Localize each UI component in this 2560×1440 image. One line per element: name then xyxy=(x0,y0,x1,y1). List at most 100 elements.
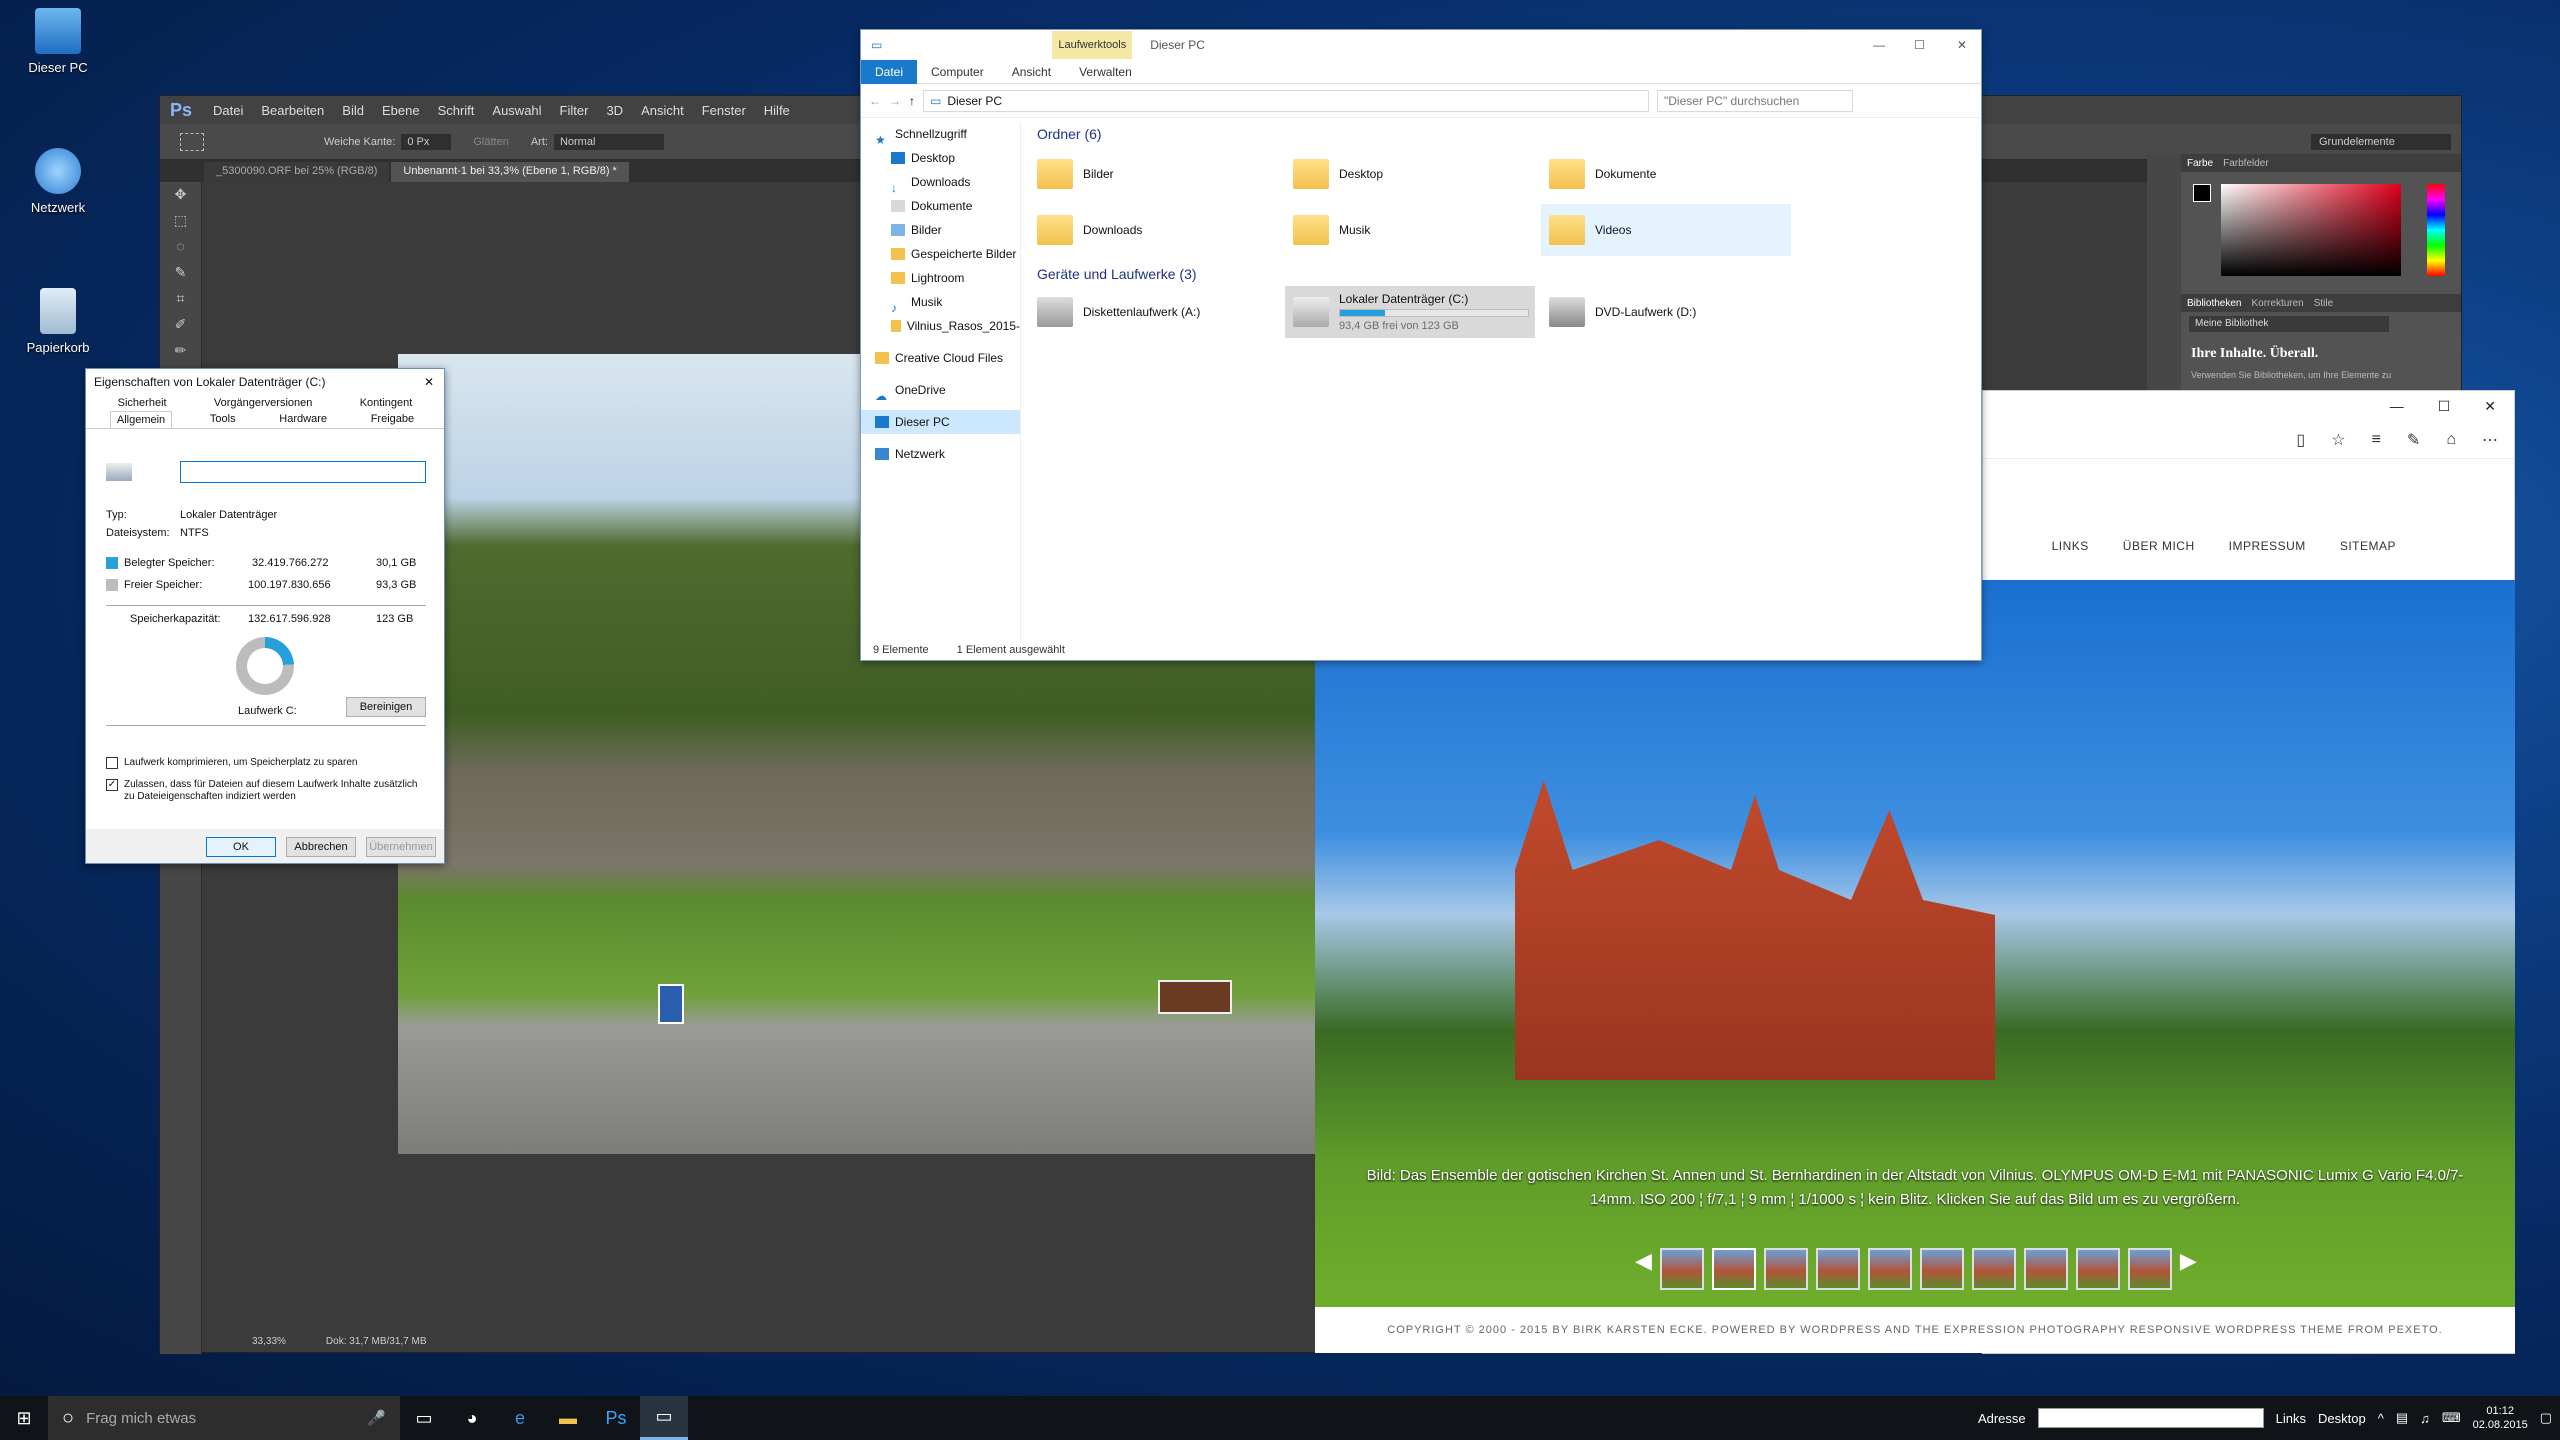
marquee-tool-icon[interactable] xyxy=(180,132,204,151)
hub-icon[interactable]: ≡ xyxy=(2372,431,2381,449)
minimize-button[interactable]: — xyxy=(2390,398,2404,414)
more-icon[interactable]: ⋯ xyxy=(2482,430,2498,450)
ps-menu-fenster[interactable]: Fenster xyxy=(702,103,746,118)
web-note-icon[interactable]: ✎ xyxy=(2407,430,2420,450)
brush-icon[interactable]: ✏ xyxy=(169,342,193,364)
tab-vorgaengerversionen[interactable]: Vorgängerversionen xyxy=(208,395,318,411)
nav-impressum[interactable]: IMPRESSUM xyxy=(2229,539,2306,553)
ps-menu-filter[interactable]: Filter xyxy=(560,103,589,118)
nav-saved-pictures[interactable]: Gespeicherte Bilder xyxy=(861,242,1020,266)
nav-network[interactable]: Netzwerk xyxy=(861,442,1020,466)
tab-sicherheit[interactable]: Sicherheit xyxy=(112,395,173,411)
favorite-star-icon[interactable]: ☆ xyxy=(2331,430,2345,450)
folder-downloads[interactable]: Downloads xyxy=(1029,204,1279,256)
address-bar[interactable]: ▭ Dieser PC xyxy=(923,89,1649,112)
smooth-checkbox-label[interactable]: Glätten xyxy=(473,136,508,148)
search-box[interactable]: "Dieser PC" durchsuchen xyxy=(1657,89,1853,112)
tab-farbe[interactable]: Farbe xyxy=(2187,158,2213,169)
folder-dokumente[interactable]: Dokumente xyxy=(1541,148,1791,200)
thumbnail[interactable] xyxy=(2127,1248,2172,1290)
drive-properties-icon[interactable]: ▭ xyxy=(640,1396,688,1440)
ps-tab-untitled[interactable]: Unbenannt-1 bei 33,3% (Ebene 1, RGB/8) * xyxy=(391,162,629,182)
edge-icon[interactable]: e xyxy=(496,1396,544,1440)
folder-musik[interactable]: Musik xyxy=(1285,204,1535,256)
drive-d[interactable]: DVD-Laufwerk (D:) xyxy=(1541,286,1791,338)
close-button[interactable]: ✕ xyxy=(2484,398,2496,415)
crop-icon[interactable]: ⌗ xyxy=(169,290,193,312)
drive-a[interactable]: Diskettenlaufwerk (A:) xyxy=(1029,286,1279,338)
close-button[interactable]: ✕ xyxy=(424,375,434,389)
maximize-button[interactable]: ☐ xyxy=(2438,398,2451,415)
nav-vilnius[interactable]: Vilnius_Rasos_2015- xyxy=(861,314,1020,338)
group-folders[interactable]: Ordner (6) xyxy=(1029,122,1969,146)
ps-menu-hilfe[interactable]: Hilfe xyxy=(764,103,790,118)
drive-name-input[interactable] xyxy=(180,461,426,483)
nav-downloads[interactable]: ↓ Downloads xyxy=(861,170,1020,195)
thumbnail[interactable] xyxy=(2075,1248,2120,1290)
foreground-color-swatch[interactable] xyxy=(2193,184,2211,202)
back-arrow-icon[interactable]: ← xyxy=(869,94,881,108)
cortana-search[interactable]: ○ Frag mich etwas 🎤 xyxy=(48,1396,400,1440)
ribbon-tab-datei[interactable]: Datei xyxy=(861,59,918,84)
quick-select-icon[interactable]: ✎ xyxy=(169,264,193,286)
nav-this-pc[interactable]: Dieser PC xyxy=(861,410,1020,434)
minimize-button[interactable]: — xyxy=(1873,38,1885,52)
hero-photo[interactable]: Bild: Das Ensemble der gotischen Kirchen… xyxy=(1315,580,2515,1307)
ps-tab-orf[interactable]: _5300090.ORF bei 25% (RGB/8) xyxy=(204,162,390,182)
share-icon[interactable]: ⌂ xyxy=(2446,431,2456,449)
maximize-button[interactable]: ☐ xyxy=(1914,38,1925,52)
start-button[interactable]: ⊞ xyxy=(0,1396,48,1440)
folder-videos[interactable]: Videos xyxy=(1541,204,1791,256)
ps-menu-bearbeiten[interactable]: Bearbeiten xyxy=(261,103,324,118)
tab-korrekturen[interactable]: Korrekturen xyxy=(2251,298,2303,309)
cleanup-button[interactable]: Bereinigen xyxy=(346,697,426,717)
index-checkbox[interactable]: ✓ xyxy=(106,779,118,791)
color-field[interactable] xyxy=(2221,184,2401,276)
nav-pictures[interactable]: Bilder xyxy=(861,218,1020,242)
ps-menu-3d[interactable]: 3D xyxy=(606,103,623,118)
thumbnail[interactable] xyxy=(2023,1248,2068,1290)
tab-tools[interactable]: Tools xyxy=(204,411,242,428)
drive-c[interactable]: Lokaler Datenträger (C:) 93,4 GB frei vo… xyxy=(1285,286,1535,338)
tab-bibliotheken[interactable]: Bibliotheken xyxy=(2187,298,2241,309)
ribbon-tab-computer[interactable]: Computer xyxy=(917,60,998,84)
nav-quick-access[interactable]: ★ Schnellzugriff xyxy=(861,122,1020,147)
network-tray-icon[interactable]: ▤ xyxy=(2396,1410,2408,1426)
nav-sitemap[interactable]: SITEMAP xyxy=(2340,539,2396,553)
nav-onedrive[interactable]: ☁ OneDrive xyxy=(861,378,1020,403)
thumbnail[interactable] xyxy=(1711,1248,1756,1290)
clock[interactable]: 01:12 02.08.2015 xyxy=(2473,1404,2528,1432)
thumbnail[interactable] xyxy=(1971,1248,2016,1290)
close-button[interactable]: ✕ xyxy=(1957,38,1967,52)
volume-icon[interactable]: ♫ xyxy=(2420,1411,2430,1426)
status-zoom[interactable]: 33,33% xyxy=(252,1336,286,1347)
ps-menu-ansicht[interactable]: Ansicht xyxy=(641,103,684,118)
nav-creative-cloud[interactable]: Creative Cloud Files xyxy=(861,346,1020,370)
ps-menu-auswahl[interactable]: Auswahl xyxy=(492,103,541,118)
ps-menu-schrift[interactable]: Schrift xyxy=(438,103,475,118)
thumbnail[interactable] xyxy=(1919,1248,1964,1290)
ps-menu-ebene[interactable]: Ebene xyxy=(382,103,420,118)
style-select[interactable]: Normal xyxy=(553,133,664,150)
file-explorer-icon[interactable]: ▬ xyxy=(544,1396,592,1440)
tab-farbfelder[interactable]: Farbfelder xyxy=(2223,158,2269,169)
hue-slider[interactable] xyxy=(2427,184,2445,276)
workspace-select[interactable]: Grundelemente xyxy=(2311,133,2451,150)
next-arrow-icon[interactable]: ▶ xyxy=(2180,1248,2197,1290)
show-hidden-icons[interactable]: ^ xyxy=(2378,1411,2384,1426)
tab-freigabe[interactable]: Freigabe xyxy=(365,411,420,428)
desktop-toolbar[interactable]: Desktop xyxy=(2318,1411,2366,1426)
lasso-icon[interactable]: ◌ xyxy=(169,238,193,260)
thumbnail[interactable] xyxy=(1815,1248,1860,1290)
tab-allgemein[interactable]: Allgemein xyxy=(109,411,173,428)
forward-arrow-icon[interactable]: → xyxy=(889,94,901,108)
notifications-icon[interactable]: ▢ xyxy=(2540,1410,2552,1426)
reading-view-icon[interactable]: ▯ xyxy=(2296,430,2305,450)
thumbnail[interactable] xyxy=(1763,1248,1808,1290)
ribbon-tab-ansicht[interactable]: Ansicht xyxy=(998,60,1065,84)
ok-button[interactable]: OK xyxy=(206,837,276,857)
keyboard-icon[interactable]: ⌨ xyxy=(2442,1410,2461,1426)
desktop-icon-recycle-bin[interactable]: Papierkorb xyxy=(8,288,108,355)
nav-about[interactable]: ÜBER MICH xyxy=(2123,539,2195,553)
photoshop-icon[interactable]: Ps xyxy=(592,1396,640,1440)
